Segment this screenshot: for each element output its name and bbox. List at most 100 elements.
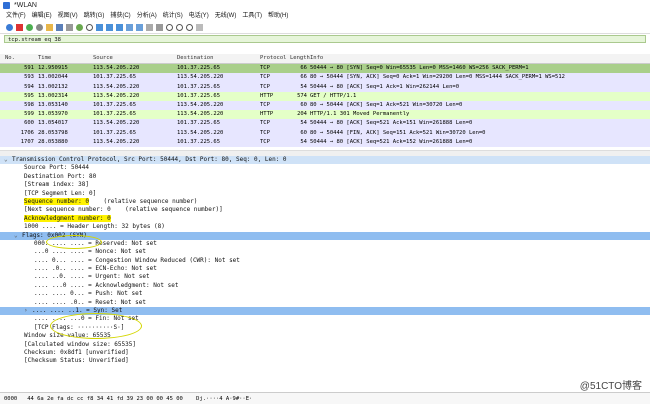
tree-leaf-label: [Next sequence number: 0 (24, 206, 111, 214)
menu-statistics[interactable]: 统计(S) (163, 11, 183, 21)
tree-leaf[interactable]: ...0 .... .... = Nonce: Not set (0, 248, 650, 256)
menu-analyze[interactable]: 分析(A) (137, 11, 157, 21)
cell-protocol: TCP (260, 65, 270, 72)
tree-leaf[interactable]: 000. .... .... = Reserved: Not set (0, 240, 650, 248)
restart-capture-icon[interactable] (26, 23, 33, 31)
tree-leaf-label: 000. .... .... = Reserved: Not set (34, 239, 157, 247)
resize-columns-icon[interactable] (196, 23, 203, 31)
tree-leaf-label: .... ..0. .... = Urgent: Not set (34, 273, 150, 281)
menu-tools[interactable]: 工具(T) (242, 11, 262, 21)
expand-arrow-icon[interactable]: › (24, 307, 32, 315)
go-to-packet-icon[interactable] (116, 23, 123, 31)
menu-view[interactable]: 视图(V) (58, 11, 78, 21)
cell-protocol: TCP (260, 101, 270, 108)
cell-source: 113.54.205.220 (93, 83, 140, 90)
col-header-info[interactable]: Info (310, 54, 650, 63)
stop-capture-icon[interactable] (16, 23, 23, 31)
tree-leaf-label: .... 0... .... = Congestion Window Reduc… (34, 256, 240, 264)
zoom-out-icon[interactable] (176, 23, 183, 31)
tree-leaf[interactable]: .... 0... .... = Congestion Window Reduc… (0, 257, 650, 265)
tree-leaf[interactable]: .... .... .0.. = Reset: Not set (0, 299, 650, 307)
tree-leaf[interactable]: .... ...0 .... = Acknowledgment: Not set (0, 282, 650, 290)
first-packet-icon[interactable] (126, 23, 133, 31)
table-row[interactable]: 598 13.053140 101.37.225.65 113.54.205.2… (0, 100, 650, 111)
collapse-arrow-icon[interactable]: ⌄ (4, 156, 12, 164)
tree-leaf-ack-number[interactable]: Acknowledgment number: 0 (0, 214, 650, 223)
col-header-time[interactable]: Time (38, 54, 93, 63)
menu-go[interactable]: 跳转(G) (84, 11, 105, 21)
tree-leaf[interactable]: [Stream index: 38] (0, 181, 650, 189)
start-capture-icon[interactable] (6, 23, 13, 31)
tree-node-syn[interactable]: ›.... .... ..1. = Syn: Set (0, 307, 650, 316)
go-back-icon[interactable] (96, 23, 103, 31)
table-row[interactable]: 595 13.002314 113.54.205.220 101.37.225.… (0, 91, 650, 101)
menu-wireless[interactable]: 无线(W) (215, 11, 237, 21)
menu-telephony[interactable]: 电话(Y) (189, 11, 209, 21)
cell-length: 54 (300, 138, 307, 145)
tree-node-tcp[interactable]: ⌄ Transmission Control Protocol, Src Port… (0, 156, 650, 165)
tree-leaf-label: .... .... 0... = Push: Not set (34, 290, 143, 298)
normal-size-icon[interactable] (186, 23, 193, 31)
tree-leaf-label: .... ...0 .... = Acknowledgment: Not set (34, 281, 179, 289)
tree-leaf[interactable]: [Next sequence number: 0 (relative seque… (0, 206, 650, 214)
save-file-icon[interactable] (56, 23, 63, 31)
packet-bytes-pane: 0000 44 6a 2e fa dc cc f8 34 41 fd 39 23… (0, 392, 650, 404)
col-header-protocol[interactable]: Protocol (260, 54, 290, 63)
close-file-icon[interactable] (66, 23, 73, 31)
tree-leaf[interactable]: Window size value: 65535 (0, 332, 650, 340)
col-header-source[interactable]: Source (93, 54, 177, 63)
tree-leaf[interactable]: Destination Port: 80 (0, 173, 650, 181)
autoscroll-icon[interactable] (146, 23, 153, 31)
menu-help[interactable]: 帮助(H) (268, 11, 288, 21)
tree-leaf[interactable]: [Checksum Status: Unverified] (0, 357, 650, 365)
table-row[interactable]: 1706 28.053798 101.37.225.65 113.54.205.… (0, 128, 650, 138)
table-row[interactable]: 591 12.950915 113.54.205.220 101.37.225.… (0, 64, 650, 74)
tree-leaf[interactable]: .... ..0. .... = Urgent: Not set (0, 273, 650, 281)
cell-length: 60 (300, 129, 307, 136)
col-header-no[interactable]: No. (0, 54, 38, 63)
last-packet-icon[interactable] (136, 23, 143, 31)
tree-leaf-label: .... .0.. .... = ECN-Echo: Not set (34, 265, 157, 273)
zoom-in-icon[interactable] (166, 23, 173, 31)
table-row[interactable]: 599 13.053970 101.37.225.65 113.54.205.2… (0, 110, 650, 120)
menu-capture[interactable]: 捕获(C) (110, 11, 130, 21)
cell-info: HTTP/1.1 301 Moved Permanently (310, 111, 410, 118)
cell-length: 66 (300, 74, 307, 81)
col-header-destination[interactable]: Destination (177, 54, 260, 63)
tree-leaf[interactable]: 1000 .... = Header Length: 32 bytes (8) (0, 223, 650, 231)
menu-edit[interactable]: 编辑(E) (32, 11, 52, 21)
menu-file[interactable]: 文件(F) (6, 11, 26, 21)
cell-source: 101.37.225.65 (93, 101, 137, 108)
cell-time: 13.053970 (38, 111, 68, 118)
table-row[interactable]: 593 13.002044 101.37.225.65 113.54.205.2… (0, 73, 650, 83)
reload-icon[interactable] (76, 23, 83, 31)
collapse-arrow-icon[interactable]: ⌄ (14, 232, 22, 240)
cell-destination: 113.54.205.220 (177, 129, 224, 136)
display-filter-input[interactable]: tcp.stream eq 38 (4, 35, 646, 43)
tree-leaf-sequence-number[interactable]: Sequence number: 0 (relative sequence nu… (0, 197, 650, 206)
tree-leaf[interactable]: .... .0.. .... = ECN-Echo: Not set (0, 265, 650, 273)
colorize-icon[interactable] (156, 23, 163, 31)
table-row[interactable]: 594 13.002132 113.54.205.220 101.37.225.… (0, 82, 650, 92)
tree-leaf[interactable]: [TCP Flags: ··········S·] (0, 324, 650, 332)
tree-leaf-label: [Checksum Status: Unverified] (24, 357, 129, 365)
cell-no: 1707 (20, 138, 34, 145)
tree-node-flags[interactable]: ⌄ Flags: 0x002 (SYN) (0, 231, 650, 240)
table-row[interactable]: 1707 28.053880 113.54.205.220 101.37.225… (0, 137, 650, 147)
col-header-length[interactable]: Length (290, 54, 310, 63)
tree-leaf[interactable]: [Calculated window size: 65535] (0, 341, 650, 349)
open-file-icon[interactable] (46, 23, 53, 31)
table-row[interactable]: 600 13.054017 113.54.205.220 101.37.225.… (0, 119, 650, 129)
tree-leaf[interactable]: .... .... ...0 = Fin: Not set (0, 315, 650, 323)
find-packet-icon[interactable] (86, 23, 93, 31)
tree-leaf[interactable]: Source Port: 50444 (0, 164, 650, 172)
cell-time: 13.002132 (38, 83, 68, 90)
options-icon[interactable] (36, 23, 43, 31)
tree-leaf[interactable]: Checksum: 0x8df1 [unverified] (0, 349, 650, 357)
cell-no: 598 (24, 101, 34, 108)
tree-leaf[interactable]: [TCP Segment Len: 0] (0, 190, 650, 198)
go-forward-icon[interactable] (106, 23, 113, 31)
cell-source: 101.37.225.65 (93, 74, 137, 81)
cell-no: 1706 (20, 129, 34, 136)
tree-leaf[interactable]: .... .... 0... = Push: Not set (0, 290, 650, 298)
